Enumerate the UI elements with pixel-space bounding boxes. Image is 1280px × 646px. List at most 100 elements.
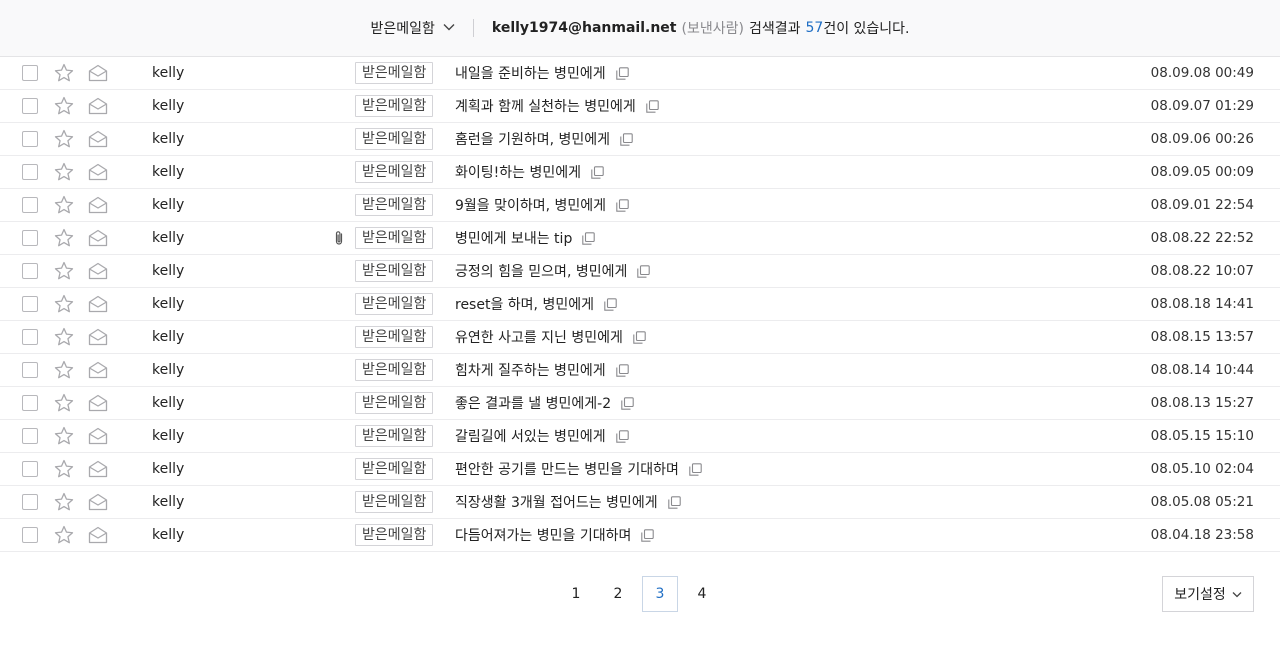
row-checkbox[interactable] [22,461,38,477]
copy-icon[interactable] [637,264,651,278]
envelope-icon[interactable] [88,321,108,353]
folder-tag[interactable]: 받은메일함 [355,194,434,216]
envelope-icon[interactable] [88,387,108,419]
subject-cell[interactable]: 힘차게 질주하는 병민에게 [455,354,629,386]
envelope-icon[interactable] [88,420,108,452]
mail-row[interactable]: kelly 받은메일함 내일을 준비하는 병민에게 08.09.08 00:49 [0,57,1280,90]
sender-name[interactable]: kelly [152,90,184,122]
star-icon[interactable] [53,453,75,485]
envelope-icon[interactable] [88,90,108,122]
subject-cell[interactable]: 병민에게 보내는 tip [455,222,596,254]
mail-subject[interactable]: 내일을 준비하는 병민에게 [455,63,606,83]
subject-cell[interactable]: 갈림길에 서있는 병민에게 [455,420,629,452]
star-icon[interactable] [53,255,75,287]
mail-subject[interactable]: 직장생활 3개월 접어드는 병민에게 [455,492,658,512]
folder-tag[interactable]: 받은메일함 [355,458,434,480]
sender-name[interactable]: kelly [152,420,184,452]
star-icon[interactable] [53,354,75,386]
mail-row[interactable]: kelly 받은메일함 유연한 사고를 지닌 병민에게 08.08.15 13:… [0,321,1280,354]
copy-icon[interactable] [641,528,655,542]
copy-icon[interactable] [689,462,702,476]
mail-subject[interactable]: 9월을 맞이하며, 병민에게 [455,195,606,215]
sender-name[interactable]: kelly [152,156,184,188]
star-icon[interactable] [53,90,75,122]
row-checkbox[interactable] [22,98,38,114]
copy-icon[interactable] [582,231,596,245]
mail-row[interactable]: kelly 받은메일함 긍정의 힘을 믿으며, 병민에게 08.08.22 10… [0,255,1280,288]
subject-cell[interactable]: 홈런을 기원하며, 병민에게 [455,123,633,155]
sender-name[interactable]: kelly [152,354,184,386]
star-icon[interactable] [53,486,75,518]
copy-icon[interactable] [633,330,646,344]
copy-icon[interactable] [591,165,604,179]
sender-name[interactable]: kelly [152,222,184,254]
sender-name[interactable]: kelly [152,189,184,221]
envelope-icon[interactable] [88,354,108,386]
row-checkbox[interactable] [22,527,38,543]
envelope-icon[interactable] [88,453,108,485]
copy-icon[interactable] [667,495,681,509]
copy-icon[interactable] [620,132,633,146]
subject-cell[interactable]: 좋은 결과를 낼 병민에게-2 [455,387,634,419]
mail-subject[interactable]: 다듬어져가는 병민을 기대하며 [455,525,631,545]
mail-subject[interactable]: reset을 하며, 병민에게 [455,294,594,314]
mail-row[interactable]: kelly 받은메일함 홈런을 기원하며, 병민에게 08.09.06 00:2… [0,123,1280,156]
sender-name[interactable]: kelly [152,387,184,419]
row-checkbox[interactable] [22,197,38,213]
copy-icon[interactable] [615,429,629,443]
row-checkbox[interactable] [22,164,38,180]
star-icon[interactable] [53,57,75,89]
envelope-icon[interactable] [88,288,108,320]
star-icon[interactable] [53,123,75,155]
mail-row[interactable]: kelly 받은메일함 편안한 공기를 만드는 병민을 기대하며 08.05.1… [0,453,1280,486]
star-icon[interactable] [53,156,75,188]
star-icon[interactable] [53,321,75,353]
subject-cell[interactable]: 긍정의 힘을 믿으며, 병민에게 [455,255,651,287]
star-icon[interactable] [53,189,75,221]
envelope-icon[interactable] [88,519,108,551]
folder-tag[interactable]: 받은메일함 [355,293,434,315]
folder-tag[interactable]: 받은메일함 [355,227,434,249]
page-button[interactable]: 1 [558,576,594,612]
folder-tag[interactable]: 받은메일함 [355,128,434,150]
sender-name[interactable]: kelly [152,288,184,320]
folder-tag[interactable]: 받은메일함 [355,524,434,546]
envelope-icon[interactable] [88,255,108,287]
subject-cell[interactable]: 화이팅!하는 병민에게 [455,156,604,188]
sender-name[interactable]: kelly [152,123,184,155]
page-button[interactable]: 3 [642,576,678,612]
mail-row[interactable]: kelly 받은메일함 힘차게 질주하는 병민에게 08.08.14 10:44 [0,354,1280,387]
mail-row[interactable]: kelly 받은메일함 계획과 함께 실천하는 병민에게 08.09.07 01… [0,90,1280,123]
page-button[interactable]: 4 [684,576,720,612]
envelope-icon[interactable] [88,156,108,188]
mail-subject[interactable]: 좋은 결과를 낼 병민에게-2 [455,393,611,413]
star-icon[interactable] [53,387,75,419]
copy-icon[interactable] [646,99,659,113]
envelope-icon[interactable] [88,222,108,254]
mail-row[interactable]: kelly 받은메일함 reset을 하며, 병민에게 08.08.18 14:… [0,288,1280,321]
mail-row[interactable]: kelly 받은메일함 다듬어져가는 병민을 기대하며 08.04.18 23:… [0,519,1280,552]
star-icon[interactable] [53,222,75,254]
row-checkbox[interactable] [22,263,38,279]
mail-subject[interactable]: 유연한 사고를 지닌 병민에게 [455,327,623,347]
folder-tag[interactable]: 받은메일함 [355,359,434,381]
folder-tag[interactable]: 받은메일함 [355,95,434,117]
folder-dropdown[interactable]: 받은메일함 [370,18,455,38]
folder-tag[interactable]: 받은메일함 [355,491,434,513]
sender-name[interactable]: kelly [152,453,184,485]
mail-subject[interactable]: 갈림길에 서있는 병민에게 [455,426,606,446]
mail-subject[interactable]: 홈런을 기원하며, 병민에게 [455,129,610,149]
mail-subject[interactable]: 계획과 함께 실천하는 병민에게 [455,96,636,116]
row-checkbox[interactable] [22,362,38,378]
envelope-icon[interactable] [88,57,108,89]
folder-tag[interactable]: 받은메일함 [355,260,434,282]
row-checkbox[interactable] [22,65,38,81]
page-button[interactable]: 2 [600,576,636,612]
mail-row[interactable]: kelly 받은메일함 갈림길에 서있는 병민에게 08.05.15 15:10 [0,420,1280,453]
subject-cell[interactable]: 9월을 맞이하며, 병민에게 [455,189,629,221]
mail-row[interactable]: kelly 받은메일함 좋은 결과를 낼 병민에게-2 08.08.13 15:… [0,387,1280,420]
sender-name[interactable]: kelly [152,57,184,89]
mail-subject[interactable]: 편안한 공기를 만드는 병민을 기대하며 [455,459,679,479]
subject-cell[interactable]: reset을 하며, 병민에게 [455,288,617,320]
folder-tag[interactable]: 받은메일함 [355,161,434,183]
